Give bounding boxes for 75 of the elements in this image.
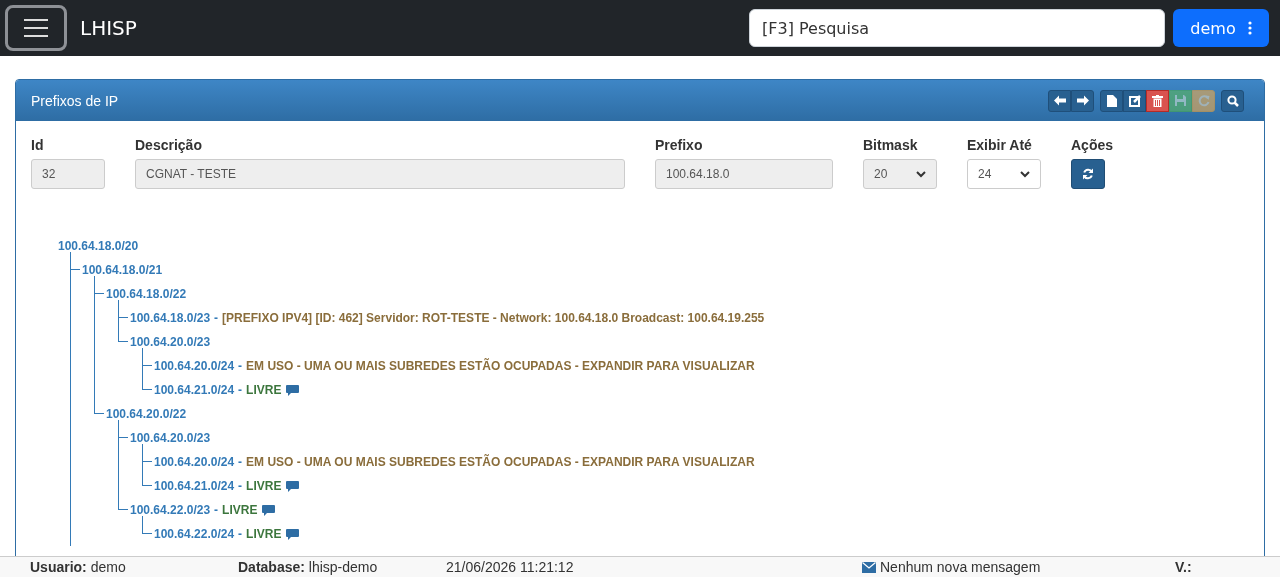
version-label: V.: [1175, 559, 1192, 575]
tree-connector [94, 276, 104, 294]
tree-connector [70, 252, 80, 270]
messages-text[interactable]: Nenhum nova mensagem [880, 559, 1041, 575]
prefix-link[interactable]: 100.64.18.0/21 [82, 263, 163, 277]
prefix-status: [PREFIXO IPV4] [ID: 462] Servidor: ROT-TESTE - Network: 100.64.18.0 Broadcast: 100.64.19.255 [222, 311, 765, 325]
trash-icon [1152, 94, 1163, 107]
kebab-icon [1247, 21, 1252, 35]
menu-icon [23, 18, 49, 38]
prefix-status: LIVRE [222, 503, 258, 517]
search-field[interactable]: [F3] Pesquisa [749, 9, 1165, 47]
prefix-link[interactable]: 100.64.18.0/23 [130, 311, 211, 325]
separator-text: - [238, 359, 243, 373]
chevron-down-icon [1020, 170, 1030, 178]
prefix-status: LIVRE [246, 527, 282, 541]
field-label: Prefixo [655, 137, 704, 153]
reload-icon [1197, 94, 1210, 107]
field-label: Id [31, 137, 45, 153]
separator-text: - [238, 479, 243, 493]
back-button[interactable] [1048, 89, 1071, 112]
comment-icon[interactable] [262, 504, 276, 516]
prefix-link[interactable]: 100.64.20.0/24 [154, 455, 235, 469]
separator-text: - [214, 503, 219, 517]
datetime-text: 21/06/2026 11:21:12 [446, 559, 575, 575]
comment-icon[interactable] [286, 528, 300, 540]
prefix-link[interactable]: 100.64.18.0/20 [58, 239, 139, 253]
prefix-link[interactable]: 100.64.22.0/23 [130, 503, 211, 517]
delete-button[interactable] [1146, 89, 1169, 112]
arrow-right-icon [1076, 95, 1089, 106]
search-icon [1226, 94, 1239, 107]
tree-connector [118, 420, 128, 438]
edit-icon [1128, 94, 1141, 107]
refresh-button[interactable] [1071, 159, 1105, 189]
separator-text: - [238, 527, 243, 541]
envelope-icon [862, 561, 876, 573]
prefix-link[interactable]: 100.64.22.0/24 [154, 527, 235, 541]
user-info: Usuario: demo [30, 559, 127, 575]
prefix-status: EM USO - UMA OU MAIS SUBREDES ESTÃO OCUPADAS - EXPANDIR PARA VISUALIZAR [246, 455, 755, 469]
brand-title[interactable]: LHISP [80, 16, 137, 40]
prefix-status: LIVRE [246, 479, 282, 493]
separator-text: - [238, 383, 243, 397]
prefix-link[interactable]: 100.64.18.0/22 [106, 287, 187, 301]
separator-text: - [214, 311, 219, 325]
separator-text: - [238, 455, 243, 469]
prefix-link[interactable]: 100.64.20.0/23 [130, 335, 211, 349]
tree-connector [142, 444, 152, 462]
tree-connector [142, 516, 152, 534]
field-label: Bitmask [863, 137, 919, 153]
select-field[interactable]: 24 [967, 159, 1041, 189]
prefix-link[interactable]: 100.64.21.0/24 [154, 383, 235, 397]
field-label: Ações [1071, 137, 1114, 153]
tree-connector [142, 348, 152, 366]
database-info: Database: lhisp-demo [238, 559, 379, 575]
refresh-icon [1082, 168, 1094, 180]
prefix-link[interactable]: 100.64.21.0/24 [154, 479, 235, 493]
field-label: Descrição [135, 137, 203, 153]
panel-title: Prefixos de IP [31, 92, 119, 109]
prefix-status: LIVRE [246, 383, 282, 397]
field-label: Exibir Até [967, 137, 1033, 153]
user-menu-button[interactable]: demo [1173, 9, 1269, 47]
tree-connector [118, 300, 128, 318]
comment-icon[interactable] [286, 480, 300, 492]
prefix-link[interactable]: 100.64.20.0/23 [130, 431, 211, 445]
comment-icon[interactable] [286, 384, 300, 396]
arrow-left-icon [1053, 95, 1066, 106]
chevron-down-icon [916, 170, 926, 178]
forward-button[interactable] [1071, 89, 1094, 112]
file-icon [1106, 94, 1117, 107]
prefix-link[interactable]: 100.64.20.0/24 [154, 359, 235, 373]
prefix-link[interactable]: 100.64.20.0/22 [106, 407, 187, 421]
menu-button[interactable] [5, 5, 67, 51]
new-button[interactable] [1100, 89, 1123, 112]
edit-button[interactable] [1123, 89, 1146, 112]
prefix-status: EM USO - UMA OU MAIS SUBREDES ESTÃO OCUPADAS - EXPANDIR PARA VISUALIZAR [246, 359, 755, 373]
search-button[interactable] [1221, 89, 1244, 112]
